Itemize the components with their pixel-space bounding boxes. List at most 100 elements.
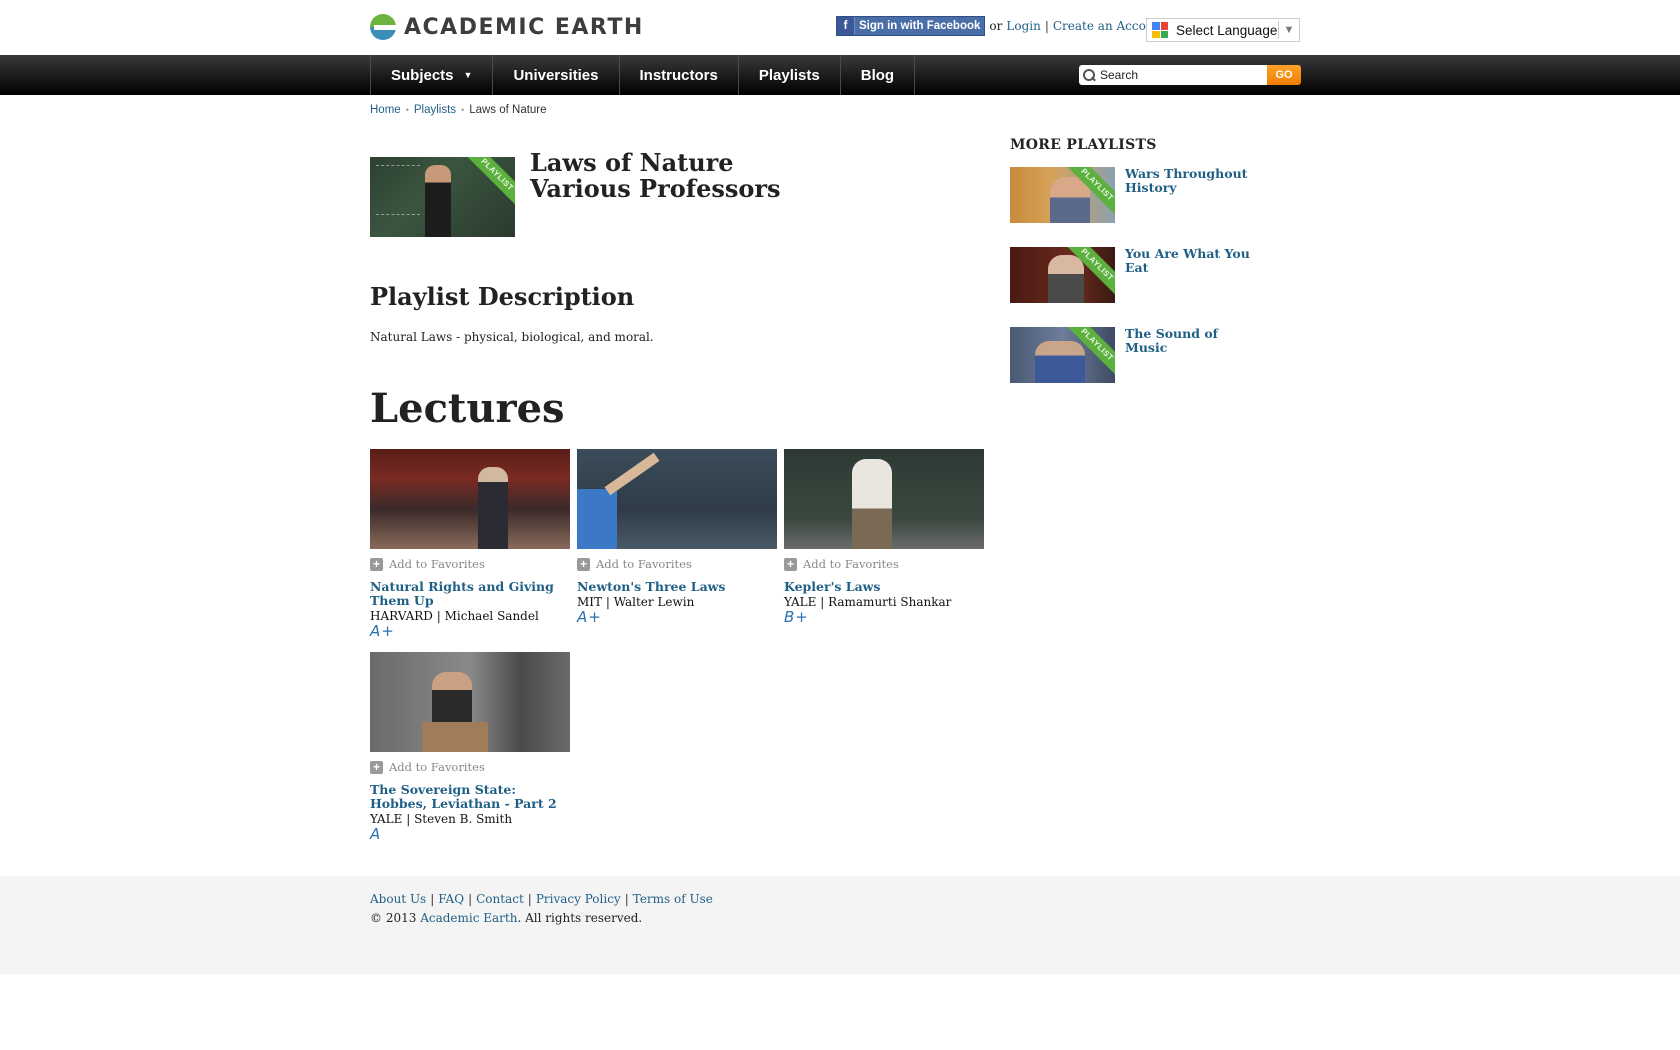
add-to-favorites[interactable]: + Add to Favorites (370, 557, 570, 571)
lecturer-figure (425, 165, 451, 237)
language-select-label: Select Language (1176, 22, 1278, 38)
lecture-meta: MIT | Walter Lewin (577, 595, 695, 609)
globe-logo-icon (370, 14, 396, 40)
lecture-meta: HARVARD | Michael Sandel (370, 609, 539, 623)
footer-separator: | (624, 892, 629, 906)
lecture-grade: A+ (577, 608, 602, 626)
nav-item-label: Subjects (391, 66, 454, 84)
sidebar-playlist-thumbnail[interactable]: PLAYLIST (1010, 167, 1115, 223)
chevron-down-icon: ▼ (1283, 24, 1295, 36)
lecture-grade: A+ (370, 622, 395, 640)
facebook-signin-button[interactable]: f Sign in with Facebook (836, 16, 986, 36)
footer-link-contact[interactable]: Contact (476, 892, 524, 906)
auth-separator: | (1044, 19, 1049, 33)
breadcrumb-separator: • (461, 105, 465, 115)
footer-link-faq[interactable]: FAQ (438, 892, 464, 906)
plus-icon: + (370, 760, 383, 774)
lecture-instructor: Steven B. Smith (414, 812, 513, 826)
copyright-site-link[interactable]: Academic Earth (420, 911, 517, 925)
add-to-favorites[interactable]: + Add to Favorites (577, 557, 777, 571)
search-input[interactable]: Search (1079, 65, 1267, 85)
breadcrumb-separator: • (405, 105, 409, 115)
sidebar-playlist-thumbnail[interactable]: PLAYLIST (1010, 247, 1115, 303)
breadcrumb-playlists[interactable]: Playlists (414, 104, 456, 116)
copyright-suffix: . All rights reserved. (517, 911, 643, 925)
lecture-thumbnail[interactable] (370, 652, 570, 752)
login-link[interactable]: Login (1006, 19, 1040, 33)
sidebar-playlist-title[interactable]: Wars Throughout History (1125, 167, 1255, 223)
add-to-favorites-label: Add to Favorites (803, 557, 899, 571)
lecture-card: + Add to Favorites Kepler's Laws YALE | … (784, 449, 984, 626)
nav-menu: Subjects ▼ Universities Instructors Play… (370, 55, 916, 95)
lecture-school: MIT (577, 595, 603, 609)
lectures-heading: Lectures (370, 385, 565, 432)
playlist-description: Natural Laws - physical, biological, and… (370, 330, 654, 344)
description-heading: Playlist Description (370, 282, 635, 311)
lecture-thumbnail[interactable] (784, 449, 984, 549)
chalkboard-writing (376, 165, 420, 215)
lecture-grade: B+ (784, 608, 809, 626)
lecture-meta: YALE | Steven B. Smith (370, 812, 513, 826)
google-translate-icon (1152, 22, 1168, 38)
lecture-school: HARVARD (370, 609, 433, 623)
add-to-favorites[interactable]: + Add to Favorites (784, 557, 984, 571)
breadcrumb: Home • Playlists • Laws of Nature (370, 104, 547, 116)
lecture-thumbnail[interactable] (370, 449, 570, 549)
copyright-prefix: © 2013 (370, 911, 417, 925)
playlist-author: Various Professors (530, 174, 781, 203)
site-logo[interactable]: ACADEMIC EARTH (370, 14, 644, 40)
footer-link-privacy[interactable]: Privacy Policy (536, 892, 621, 906)
footer-links: About Us | FAQ | Contact | Privacy Policy | Term… (370, 892, 713, 906)
footer-separator: | (468, 892, 473, 906)
footer-link-about[interactable]: About Us (370, 892, 426, 906)
playlist-title: Laws of Nature (530, 148, 734, 177)
or-text: or (989, 19, 1003, 33)
footer-separator: | (430, 892, 435, 906)
sidebar-playlist-thumbnail[interactable]: PLAYLIST (1010, 327, 1115, 383)
sidebar-playlist-item: PLAYLIST The Sound of Music (1010, 327, 1260, 383)
lecture-school: YALE (784, 595, 817, 609)
copyright: © 2013 Academic Earth. All rights reserv… (370, 911, 642, 925)
lecture-grade: A (370, 825, 382, 843)
plus-icon: + (370, 557, 383, 571)
more-playlists-heading: MORE PLAYLISTS (1010, 137, 1157, 153)
search-form: Search GO (1079, 65, 1301, 85)
sidebar-playlist-title[interactable]: The Sound of Music (1125, 327, 1255, 383)
add-to-favorites[interactable]: + Add to Favorites (370, 760, 570, 774)
nav-item-playlists[interactable]: Playlists (739, 55, 841, 95)
playlist-thumbnail: PLAYLIST (370, 157, 515, 237)
lecture-card: + Add to Favorites Natural Rights and Gi… (370, 449, 570, 640)
lecture-title-link[interactable]: Kepler's Laws (784, 580, 984, 594)
nav-item-universities[interactable]: Universities (493, 55, 620, 95)
lecture-card: + Add to Favorites Newton's Three Laws M… (577, 449, 777, 626)
nav-item-subjects[interactable]: Subjects ▼ (371, 55, 494, 95)
breadcrumb-home[interactable]: Home (370, 104, 401, 116)
search-go-button[interactable]: GO (1267, 65, 1301, 85)
lecture-instructor: Michael Sandel (444, 609, 539, 623)
lecture-instructor: Walter Lewin (613, 595, 695, 609)
playlist-title-block: Laws of Nature Various Professors (530, 150, 781, 202)
sidebar-playlist-item: PLAYLIST Wars Throughout History (1010, 167, 1260, 223)
add-to-favorites-label: Add to Favorites (389, 557, 485, 571)
lecture-meta: YALE | Ramamurti Shankar (784, 595, 952, 609)
add-to-favorites-label: Add to Favorites (389, 760, 485, 774)
logo-text: ACADEMIC EARTH (404, 14, 644, 40)
lecture-title-link[interactable]: Natural Rights and Giving Them Up (370, 580, 570, 608)
facebook-icon: f (837, 17, 855, 35)
lecture-title-link[interactable]: The Sovereign State: Hobbes, Leviathan -… (370, 783, 570, 811)
sidebar-playlist-title[interactable]: You Are What You Eat (1125, 247, 1255, 303)
footer-link-terms[interactable]: Terms of Use (633, 892, 713, 906)
facebook-button-label: Sign in with Facebook (859, 20, 981, 32)
auth-links: f Sign in with Facebook or Login | Creat… (836, 16, 1166, 36)
language-select[interactable]: Select Language ▼ (1146, 18, 1300, 42)
nav-item-blog[interactable]: Blog (841, 55, 916, 95)
lecture-title-link[interactable]: Newton's Three Laws (577, 580, 777, 594)
plus-icon: + (784, 557, 797, 571)
caret-down-icon: ▼ (463, 70, 473, 80)
footer-separator: | (527, 892, 532, 906)
playlist-ribbon: PLAYLIST (463, 157, 515, 209)
lecture-thumbnail[interactable] (577, 449, 777, 549)
nav-item-instructors[interactable]: Instructors (620, 55, 739, 95)
lecture-card: + Add to Favorites The Sovereign State: … (370, 652, 570, 843)
plus-icon: + (577, 557, 590, 571)
